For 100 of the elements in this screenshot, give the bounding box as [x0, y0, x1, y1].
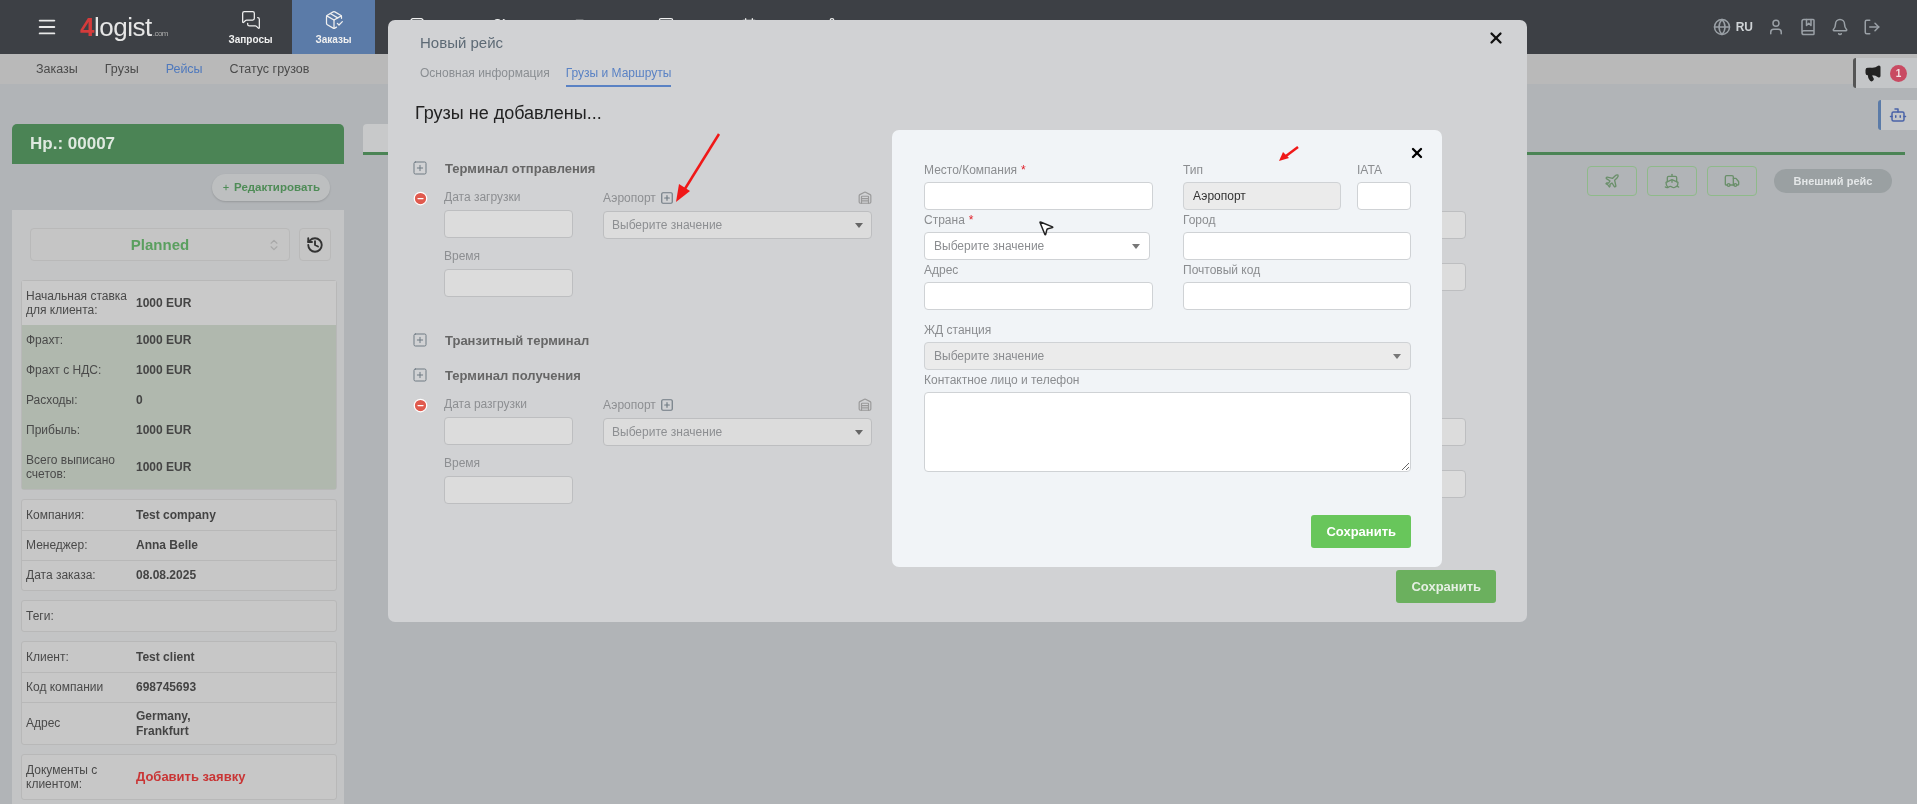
tab[interactable]: Грузы и Маршруты	[565, 66, 672, 87]
expand-icon[interactable]	[412, 332, 428, 348]
airport-select[interactable]: Выберите значение	[603, 418, 872, 446]
field-label: IATA	[1357, 164, 1382, 177]
row-value: 1000 EUR	[136, 362, 193, 378]
remove-icon[interactable]	[413, 398, 428, 413]
megaphone-icon	[1864, 64, 1882, 82]
text-input[interactable]	[1183, 232, 1411, 260]
field-label: Почтовый код	[1183, 264, 1261, 277]
type-field[interactable]: Аэропорт	[1183, 182, 1341, 210]
language-label[interactable]: RU	[1735, 20, 1753, 34]
row-label: Фрахт с НДС:	[26, 362, 103, 378]
ship-button[interactable]	[1647, 166, 1697, 196]
caret-icon	[1393, 353, 1401, 359]
nav-item[interactable]: Запросы	[209, 0, 292, 54]
text-input[interactable]	[1357, 182, 1411, 210]
globe-icon[interactable]	[1712, 18, 1731, 36]
row-value: 698745693	[136, 680, 198, 695]
history-icon	[306, 235, 324, 254]
row-label: Всего выписано счетов:	[26, 452, 116, 482]
add-request-link[interactable]: Добавить заявку	[136, 768, 332, 786]
nav-item[interactable]: Заказы	[292, 0, 375, 54]
row-label: Дата заказа:	[26, 568, 97, 583]
time-input[interactable]	[444, 269, 573, 297]
remove-icon[interactable]	[413, 191, 428, 206]
assistant-tab[interactable]	[1878, 100, 1917, 130]
logout-icon[interactable]	[1863, 18, 1881, 36]
field-label: Дата разгрузки	[444, 398, 528, 411]
field-label: Дата загрузки	[444, 191, 522, 204]
date-input[interactable]	[444, 417, 573, 445]
edit-button[interactable]: Редактировать	[212, 173, 330, 201]
text-input[interactable]	[924, 182, 1153, 210]
row-value: 1000 EUR	[136, 332, 193, 348]
annotation-arrow	[1278, 145, 1300, 163]
logo: 4logist.com	[80, 11, 168, 43]
tab[interactable]: Основная информация	[420, 66, 550, 87]
subnav-link[interactable]: Рейсы	[165, 62, 203, 76]
notification-badge: 1	[1890, 64, 1907, 82]
date-input[interactable]	[444, 210, 573, 238]
expand-icon[interactable]	[412, 160, 428, 176]
annotation-arrow	[673, 132, 723, 204]
plane-button[interactable]	[1587, 166, 1637, 196]
row-value: Test client	[136, 649, 196, 665]
user-icon[interactable]	[1767, 18, 1785, 36]
cursor-icon	[1037, 219, 1055, 237]
truck-icon	[1724, 173, 1740, 189]
package-icon	[323, 9, 344, 30]
field-label: Адрес	[924, 264, 959, 277]
airport-select[interactable]: Выберите значение	[603, 211, 872, 239]
add-icon[interactable]	[659, 191, 674, 205]
select-field[interactable]: Выберите значение	[924, 232, 1150, 260]
field-label: Тип	[1183, 164, 1203, 177]
row-label: Фрахт:	[26, 332, 65, 348]
history-button[interactable]	[299, 228, 331, 261]
section-title: Терминал получения	[445, 367, 581, 383]
bell-icon[interactable]	[1831, 18, 1849, 36]
row-value: 1000 EUR	[136, 459, 193, 475]
field-label: Аэропорт	[603, 398, 674, 412]
row-label: Адрес	[26, 716, 62, 731]
truck-button[interactable]	[1707, 166, 1757, 196]
row-value: 1000 EUR	[136, 422, 193, 438]
subnav-link[interactable]: Статус грузов	[229, 62, 310, 76]
close-icon[interactable]	[1487, 29, 1505, 47]
row-label: Теги:	[26, 608, 55, 624]
row-value: 0	[136, 392, 144, 408]
status-select[interactable]: Planned	[30, 228, 290, 261]
row-value: Germany, Frankfurt	[136, 708, 192, 739]
row-label: Прибыль:	[26, 422, 82, 438]
announcements-tab[interactable]: 1	[1853, 58, 1917, 88]
row-label: Менеджер:	[26, 538, 89, 553]
book-icon[interactable]	[1799, 18, 1817, 36]
field-label: Аэропорт	[603, 191, 674, 205]
textarea-field[interactable]	[924, 392, 1411, 472]
row-value: 08.08.2025	[136, 568, 198, 583]
caret-icon	[1132, 243, 1140, 249]
save-button[interactable]: Сохранить	[1311, 515, 1411, 548]
order-number: Нр.: 00007	[12, 124, 344, 164]
row-value: Anna Belle	[136, 538, 199, 553]
text-input[interactable]	[1183, 282, 1411, 310]
add-icon[interactable]	[659, 398, 674, 412]
time-input[interactable]	[444, 476, 573, 504]
field-label: Страна *	[924, 214, 974, 227]
text-input[interactable]	[924, 282, 1153, 310]
row-label: Код компании	[26, 680, 105, 695]
subnav-link[interactable]: Заказы	[36, 62, 78, 76]
disabled-select: Выберите значение	[924, 342, 1411, 370]
warehouse-icon	[858, 398, 872, 412]
row-label: Документы с клиентом:	[26, 762, 99, 792]
plane-icon	[1604, 173, 1620, 189]
subnav-link[interactable]: Грузы	[104, 62, 139, 76]
close-icon[interactable]	[1409, 145, 1425, 161]
external-trip-button[interactable]: Внешний рейс	[1774, 169, 1892, 193]
row-label: Расходы:	[26, 392, 79, 408]
robot-icon	[1889, 106, 1907, 124]
chat-icon	[240, 9, 261, 30]
empty-message: Грузы не добавлены...	[414, 103, 603, 124]
field-label: ЖД станция	[924, 324, 992, 337]
caret-icon	[855, 429, 863, 435]
expand-icon[interactable]	[412, 367, 428, 383]
save-button[interactable]: Сохранить	[1396, 570, 1496, 603]
